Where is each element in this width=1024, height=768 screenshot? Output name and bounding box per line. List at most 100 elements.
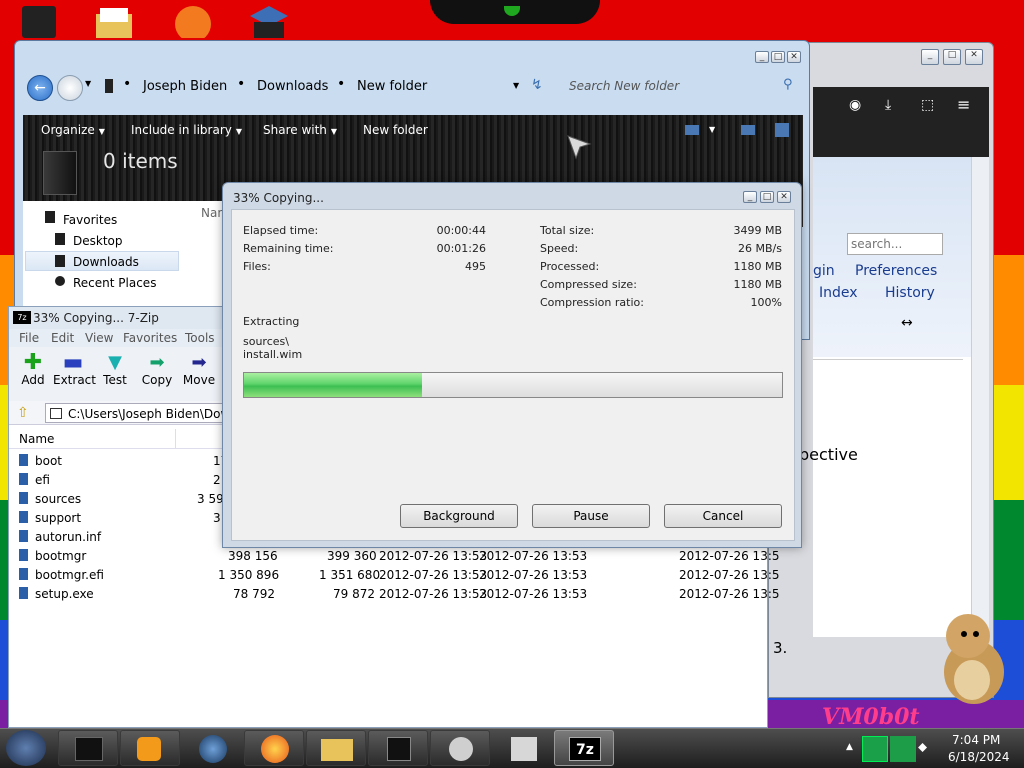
breadcrumb-downloads[interactable]: Downloads: [257, 79, 328, 94]
path-text[interactable]: C:\Users\Joseph Biden\Down: [68, 407, 238, 421]
column-divider[interactable]: [175, 429, 176, 449]
breadcrumb-separator-icon[interactable]: •: [237, 76, 245, 92]
taskbar-notepad-icon[interactable]: [368, 730, 428, 766]
file-row[interactable]: bootmgr 398 156 399 360 2012-07-26 13:53 201…: [9, 546, 780, 565]
menu-tools[interactable]: Tools: [185, 331, 215, 345]
history-link[interactable]: History: [885, 285, 935, 301]
nav-desktop[interactable]: Desktop: [73, 234, 123, 248]
tray-expand-icon[interactable]: ▲: [846, 742, 853, 752]
login-link[interactable]: gin: [813, 263, 835, 279]
include-in-library-menu[interactable]: Include in library ▼: [131, 123, 242, 137]
desktop-vm-icon[interactable]: [246, 0, 292, 38]
pause-button[interactable]: Pause: [532, 504, 650, 528]
breadcrumb-separator-icon[interactable]: •: [337, 76, 345, 92]
view-dropdown-icon[interactable]: ▼: [709, 125, 715, 134]
resize-arrow-icon[interactable]: ↔: [901, 315, 913, 331]
clock-date[interactable]: 6/18/2024: [948, 750, 1010, 764]
file-name: bootmgr: [35, 549, 87, 563]
current-file-name: install.wim: [243, 348, 303, 361]
taskbar-media-player-icon[interactable]: [120, 730, 180, 766]
browser-maximize-button[interactable]: □: [943, 49, 961, 65]
search-box[interactable]: Search New folder ⚲: [561, 75, 801, 99]
extract-button[interactable]: ▬ Extract: [53, 352, 96, 388]
taskbar-folder-icon[interactable]: [306, 730, 366, 766]
taskbar-network-icon[interactable]: [492, 730, 552, 766]
forward-button[interactable]: [57, 75, 83, 101]
address-dropdown-icon[interactable]: ▼: [513, 81, 519, 90]
total-size-label: Total size:: [540, 224, 595, 237]
explorer-close-button[interactable]: ✕: [787, 51, 801, 63]
history-dropdown-icon[interactable]: ▼: [85, 79, 91, 88]
organize-menu[interactable]: Organize ▼: [41, 123, 105, 137]
breadcrumb-user[interactable]: Joseph Biden: [143, 79, 227, 94]
file-modified: 2012-07-26 13:53: [379, 587, 488, 601]
download-icon[interactable]: ⤓: [885, 97, 891, 113]
processed-label: Processed:: [540, 260, 600, 273]
file-size: 3: [213, 511, 221, 525]
menu-favorites[interactable]: Favorites: [123, 331, 177, 345]
menu-icon[interactable]: ≡: [957, 95, 970, 114]
refresh-icon[interactable]: ↯: [531, 77, 543, 93]
background-button[interactable]: Background: [400, 504, 518, 528]
share-with-menu[interactable]: Share with ▼: [263, 123, 337, 137]
tray-screen-icon[interactable]: [890, 736, 916, 762]
index-link[interactable]: Index: [819, 285, 858, 301]
taskbar-disc-icon[interactable]: [430, 730, 490, 766]
breadcrumb-separator-icon[interactable]: •: [123, 76, 131, 92]
tray-network-icon[interactable]: ⬥: [918, 740, 927, 755]
tray-app-icon[interactable]: [862, 736, 888, 762]
sevenzip-logo-icon: 7z: [13, 311, 31, 324]
browser-minimize-button[interactable]: _: [921, 49, 939, 65]
dialog-maximize-button[interactable]: □: [760, 191, 774, 203]
file-row[interactable]: bootmgr.efi 1 350 896 1 351 680 2012-07-26 …: [9, 565, 780, 584]
taskbar-globe-icon[interactable]: [182, 730, 242, 766]
file-name: support: [35, 511, 82, 525]
menu-edit[interactable]: Edit: [51, 331, 74, 345]
extensions-icon[interactable]: ⬚: [921, 97, 934, 113]
desktop-trash-icon[interactable]: [18, 0, 64, 38]
nav-recent-places[interactable]: Recent Places: [73, 276, 156, 290]
clock-time[interactable]: 7:04 PM: [952, 733, 1000, 747]
dialog-close-button[interactable]: ✕: [777, 191, 791, 203]
cancel-button[interactable]: Cancel: [664, 504, 782, 528]
menu-file[interactable]: File: [19, 331, 39, 345]
address-bar[interactable]: • Joseph Biden • Downloads • New folder …: [101, 73, 543, 101]
desktop-firefox-icon[interactable]: [170, 0, 216, 42]
add-button[interactable]: ✚ Add: [13, 352, 53, 388]
move-button[interactable]: ➡ Move: [179, 353, 219, 388]
taskbar-7zip-icon[interactable]: 7z: [554, 730, 614, 766]
explorer-maximize-button[interactable]: □: [771, 51, 785, 63]
taskbar-explorer-icon[interactable]: [58, 730, 118, 766]
nav-favorites[interactable]: Favorites: [63, 213, 117, 227]
browser-close-button[interactable]: ✕: [965, 49, 983, 65]
wiki-search-input[interactable]: [847, 233, 943, 255]
taskbar-firefox-icon[interactable]: [244, 730, 304, 766]
preview-pane-icon[interactable]: [741, 125, 755, 135]
column-name[interactable]: Name: [19, 432, 54, 446]
desktop-folder-icon[interactable]: [92, 0, 138, 38]
menu-view[interactable]: View: [85, 331, 113, 345]
preferences-link[interactable]: Preferences: [855, 263, 937, 279]
search-icon[interactable]: ⚲: [783, 77, 793, 92]
breadcrumb-new-folder[interactable]: New folder: [357, 79, 427, 94]
view-options-icon[interactable]: [685, 125, 699, 135]
vm-watermark: VM0b0t: [822, 704, 920, 730]
back-button[interactable]: ←: [27, 75, 53, 101]
start-button[interactable]: [6, 730, 46, 766]
search-placeholder[interactable]: Search New folder: [569, 79, 679, 93]
copy-button[interactable]: ➡ Copy: [137, 353, 177, 388]
browser-scrollbar[interactable]: [971, 157, 989, 637]
help-icon[interactable]: [775, 123, 789, 137]
nav-downloads[interactable]: Downloads: [73, 255, 139, 269]
address-computer-icon: [105, 79, 113, 93]
file-row[interactable]: setup.exe 78 792 79 872 2012-07-26 13:53 201…: [9, 584, 780, 603]
dialog-minimize-button[interactable]: _: [743, 191, 757, 203]
browser-content: gin Preferences Index History ↔ pective: [799, 157, 989, 637]
explorer-minimize-button[interactable]: _: [755, 51, 769, 63]
new-folder-button[interactable]: New folder: [363, 123, 428, 137]
pocket-icon[interactable]: ◉: [849, 97, 861, 113]
up-folder-icon[interactable]: ⇧: [17, 405, 29, 421]
file-accessed: 2012-07-26 13:5: [679, 587, 780, 601]
compressed-size-label: Compressed size:: [540, 278, 637, 291]
test-button[interactable]: ▼ Test: [95, 353, 135, 388]
